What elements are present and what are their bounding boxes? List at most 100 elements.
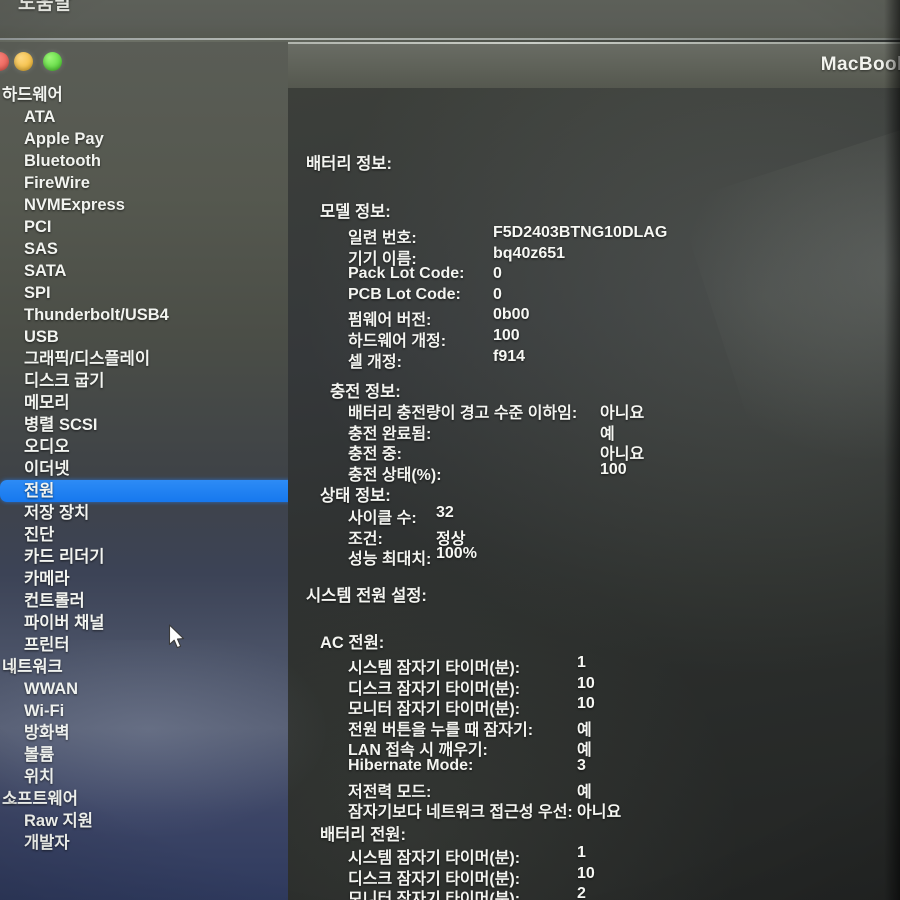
- sidebar-item-27[interactable]: WWAN: [0, 678, 288, 700]
- detail-pane: 배터리 정보: 모델 정보: 일련 번호: F5D2403BTNG10DLAG 기기 이…: [288, 88, 900, 900]
- sidebar-item-2[interactable]: Apple Pay: [0, 128, 288, 150]
- sidebar-item-16[interactable]: 오디오: [0, 436, 288, 458]
- sidebar-item-label: 프린터: [24, 636, 70, 654]
- battery_rows-label: 모니터 잠자기 타이머(분):: [348, 891, 521, 900]
- model_rows-value: 0b00: [493, 306, 530, 324]
- sidebar-item-label: 하드웨어: [2, 86, 63, 104]
- health_rows-value: 32: [436, 504, 454, 521]
- sidebar-item-label: PCI: [24, 218, 52, 236]
- sidebar-item-label: Apple Pay: [24, 130, 104, 148]
- sidebar-item-label: 볼륨: [24, 746, 55, 764]
- sidebar-item-6[interactable]: PCI: [0, 216, 288, 238]
- health-info-heading: 상태 정보:: [320, 487, 391, 505]
- chevron-down-icon[interactable]: ⌄: [4, 656, 20, 678]
- chevron-down-icon[interactable]: ⌄: [4, 788, 20, 810]
- sidebar-item-25[interactable]: 프린터: [0, 634, 288, 656]
- sidebar-item-1[interactable]: ATA: [0, 106, 288, 128]
- sidebar-item-label: Bluetooth: [24, 152, 101, 170]
- sidebar-item-label: Raw 지원: [24, 812, 93, 830]
- sidebar-item-34[interactable]: 개발자: [0, 832, 288, 854]
- window-title-bar[interactable]: MacBook: [288, 42, 900, 89]
- sidebar-item-label: SATA: [24, 262, 67, 280]
- sidebar-item-18[interactable]: 전원: [0, 480, 288, 502]
- sidebar-item-label: 저장 장치: [24, 504, 90, 522]
- sidebar-item-label: 오디오: [24, 438, 70, 456]
- sidebar-item-10[interactable]: Thunderbolt/USB4: [0, 304, 288, 326]
- ac_rows-value: 아니요: [577, 804, 622, 822]
- sidebar-item-label: 전원: [24, 482, 55, 500]
- sidebar-item-4[interactable]: FireWire: [0, 172, 288, 194]
- sidebar-item-21[interactable]: 카드 리더기: [0, 546, 288, 568]
- sidebar-item-7[interactable]: SAS: [0, 238, 288, 260]
- menu-bar: 도움말: [0, 0, 900, 40]
- ac_rows-label: 잠자기보다 네트워크 접근성 우선:: [348, 804, 573, 822]
- sidebar-item-31[interactable]: 위치: [0, 766, 288, 788]
- model_rows-row: Pack Lot Code: 0: [348, 265, 502, 283]
- screenshot-root: 도움말 MacBook 하드웨어 ATA Apple Pay Bluetooth Fir…: [0, 0, 900, 900]
- ac_rows-row: 잠자기보다 네트워크 접근성 우선: 아니요: [348, 798, 621, 822]
- menu-bar-hairline: [0, 38, 900, 40]
- sidebar-item-23[interactable]: 컨트롤러: [0, 590, 288, 612]
- battery_rows-row: 모니터 잠자기 타이머(분): 2: [348, 885, 586, 900]
- sidebar-item-9[interactable]: SPI: [0, 282, 288, 304]
- sidebar-item-14[interactable]: 메모리: [0, 392, 288, 414]
- sidebar-item-label: 디스크 굽기: [24, 372, 105, 390]
- sidebar-item-20[interactable]: 진단: [0, 524, 288, 546]
- sidebar-item-22[interactable]: 카메라: [0, 568, 288, 590]
- battery_rows-value: 2: [577, 885, 586, 900]
- sidebar-item-11[interactable]: USB: [0, 326, 288, 348]
- sidebar-item-5[interactable]: NVMExpress: [0, 194, 288, 216]
- ac_rows-label: Hibernate Mode:: [348, 757, 474, 774]
- health_rows-value: 100%: [436, 545, 477, 563]
- sidebar-item-label: ATA: [24, 108, 56, 126]
- sidebar-item-0[interactable]: 하드웨어: [0, 84, 288, 106]
- sidebar-item-label: 위치: [24, 768, 55, 786]
- sidebar-item-label: SPI: [24, 284, 51, 302]
- sidebar-item-19[interactable]: 저장 장치: [0, 502, 288, 524]
- model_rows-value: F5D2403BTNG10DLAG: [493, 224, 668, 241]
- sidebar-item-26[interactable]: ⌄ 네트워크: [0, 656, 288, 678]
- battery-info-heading: 배터리 정보:: [306, 155, 392, 173]
- zoom-button-icon[interactable]: [43, 52, 62, 71]
- sidebar: 하드웨어 ATA Apple Pay Bluetooth FireWire NVMExpr…: [0, 42, 288, 900]
- sidebar-item-33[interactable]: Raw 지원: [0, 810, 288, 832]
- sidebar-item-13[interactable]: 디스크 굽기: [0, 370, 288, 392]
- sidebar-item-17[interactable]: 이더넷: [0, 458, 288, 480]
- sidebar-item-label: 병렬 SCSI: [24, 416, 98, 434]
- sidebar-item-15[interactable]: 병렬 SCSI: [0, 414, 288, 436]
- sidebar-item-label: Thunderbolt/USB4: [24, 306, 169, 324]
- minimize-button-icon[interactable]: [14, 52, 33, 71]
- close-button-icon[interactable]: [0, 52, 9, 71]
- sidebar-item-label: 카드 리더기: [24, 548, 105, 566]
- sidebar-item-label: 이더넷: [24, 460, 70, 478]
- hardware-tree: 하드웨어 ATA Apple Pay Bluetooth FireWire NVMExpr…: [0, 84, 288, 854]
- model_rows-value: 0: [493, 285, 502, 303]
- sidebar-item-label: 진단: [24, 526, 55, 544]
- model_rows-value: f914: [493, 347, 526, 365]
- sidebar-item-30[interactable]: 볼륨: [0, 744, 288, 766]
- charge_rows-value: 100: [600, 460, 627, 478]
- sidebar-item-29[interactable]: 방화벽: [0, 722, 288, 744]
- ac_rows-row: Hibernate Mode: 3: [348, 757, 586, 775]
- sidebar-item-12[interactable]: 그래픽/디스플레이: [0, 348, 288, 370]
- sidebar-item-3[interactable]: Bluetooth: [0, 150, 288, 172]
- sidebar-item-label: 파이버 채널: [24, 614, 105, 632]
- bezel-shadow-right: [884, 0, 900, 900]
- ac_rows-value: 10: [577, 674, 595, 692]
- sidebar-item-label: 개발자: [24, 834, 70, 852]
- sidebar-item-label: 카메라: [24, 570, 70, 588]
- sidebar-item-label: WWAN: [24, 680, 79, 698]
- model_rows-row: 셀 개정: f914: [348, 348, 525, 372]
- sidebar-item-32[interactable]: ⌄ 소프트웨어: [0, 788, 288, 810]
- title-bar-hairline: [288, 42, 900, 44]
- menu-item-help[interactable]: 도움말: [18, 0, 72, 15]
- sidebar-item-24[interactable]: 파이버 채널: [0, 612, 288, 634]
- battery-power-heading: 배터리 전원:: [320, 826, 406, 844]
- sidebar-item-8[interactable]: SATA: [0, 260, 288, 282]
- sidebar-item-label: Wi-Fi: [24, 702, 65, 720]
- model-info-heading: 모델 정보:: [320, 203, 391, 221]
- sidebar-item-label: 그래픽/디스플레이: [24, 350, 151, 368]
- ac_rows-value: 3: [577, 757, 586, 774]
- sidebar-item-28[interactable]: Wi-Fi: [0, 700, 288, 722]
- arrow-pointer-icon: [168, 624, 188, 652]
